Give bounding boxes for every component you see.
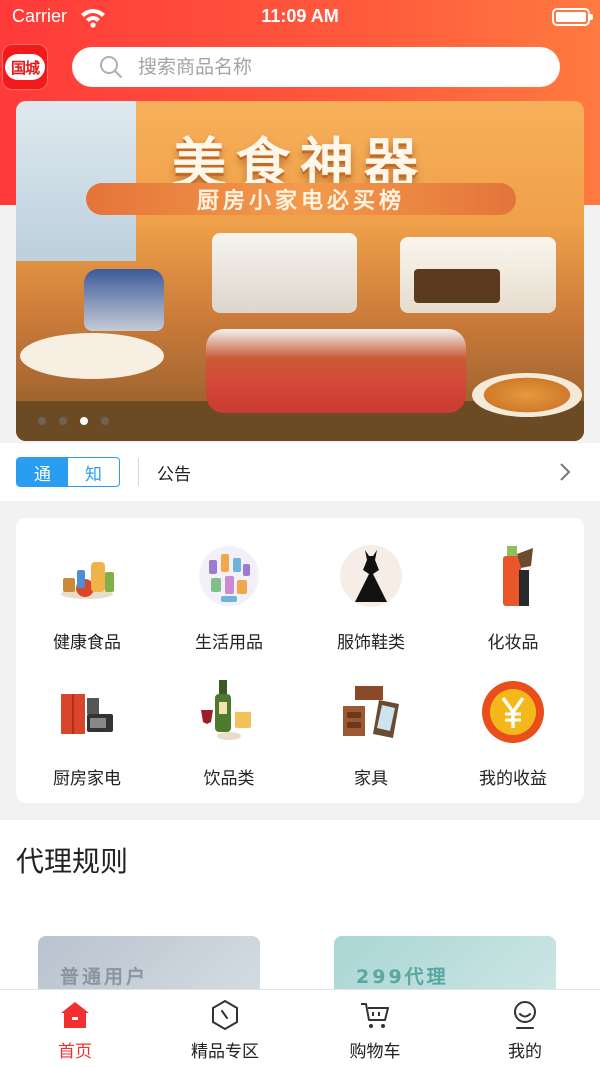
category-label: 健康食品	[53, 633, 121, 653]
tab-premium-zone[interactable]: 精品专区	[150, 990, 300, 1067]
section-title: 代理规则	[16, 845, 129, 878]
drinks-icon	[201, 680, 251, 740]
pagination-dot-active[interactable]	[80, 417, 88, 425]
category-grid: 健康食品 生活用品 服饰鞋类 化妆品 厨房家电 饮品类 家具 我的收益	[16, 518, 584, 803]
category-apparel[interactable]: 服饰鞋类	[300, 518, 442, 653]
category-label: 生活用品	[195, 633, 263, 653]
status-bar: Carrier 11:09 AM	[0, 0, 600, 34]
kitchen-appliance-icon	[61, 694, 113, 734]
plate-illustration	[20, 333, 164, 379]
fried-food-plate-illustration	[472, 373, 582, 417]
pagination-dot[interactable]	[59, 417, 67, 425]
tab-label: 首页	[58, 1042, 92, 1062]
search-icon	[100, 56, 122, 78]
search-bar[interactable]	[72, 47, 560, 87]
bottom-tab-bar: 首页 精品专区 购物车 我的	[0, 989, 600, 1067]
tab-cart[interactable]: 购物车	[300, 990, 450, 1067]
notice-badge-right: 知	[85, 464, 102, 485]
tab-label: 我的	[508, 1042, 542, 1062]
category-label: 我的收益	[479, 769, 547, 789]
category-label: 服饰鞋类	[337, 633, 405, 653]
category-drinks[interactable]: 饮品类	[158, 654, 300, 789]
clock: 11:09 AM	[261, 6, 339, 26]
chevron-right-icon[interactable]	[558, 461, 572, 483]
air-fryer-illustration	[212, 233, 357, 313]
healthy-food-icon	[61, 562, 114, 599]
category-furniture[interactable]: 家具	[300, 654, 442, 789]
category-kitchen-appliances[interactable]: 厨房家电	[16, 654, 158, 789]
app-logo[interactable]: 国城	[2, 44, 48, 90]
search-input[interactable]	[138, 56, 498, 78]
banner-subtitle: 厨房小家电必买榜	[86, 183, 516, 215]
oven-window-illustration	[414, 269, 500, 303]
category-healthy-food[interactable]: 健康食品	[16, 518, 158, 653]
category-cosmetics[interactable]: 化妆品	[442, 518, 584, 653]
category-my-earnings[interactable]: 我的收益	[442, 654, 584, 789]
pagination-dot[interactable]	[101, 417, 109, 425]
tab-label: 购物车	[349, 1042, 401, 1062]
notice-bar[interactable]: 通 知 公告	[0, 443, 600, 501]
profile-icon	[514, 1001, 536, 1029]
category-label: 饮品类	[203, 769, 255, 789]
logo-text: 国城	[5, 54, 45, 80]
dress-icon	[340, 545, 402, 607]
plan-label: 299代理	[356, 966, 449, 988]
tab-profile[interactable]: 我的	[450, 990, 600, 1067]
banner-pagination	[38, 417, 109, 425]
battery-icon	[552, 8, 593, 26]
notice-badge-left: 通	[17, 458, 68, 486]
tab-home[interactable]: 首页	[0, 990, 150, 1067]
premium-zone-icon	[212, 999, 238, 1031]
grill-pan-illustration	[206, 329, 466, 413]
agent-rules-section: 代理规则 普通用户 299代理	[0, 820, 600, 1016]
category-daily-goods[interactable]: 生活用品	[158, 518, 300, 653]
notice-text: 公告	[157, 464, 191, 485]
category-label: 厨房家电	[53, 769, 121, 789]
promo-banner[interactable]: 美食神器 厨房小家电必买榜	[16, 101, 584, 441]
notice-badge: 通 知	[16, 457, 120, 487]
category-label: 家具	[354, 769, 388, 789]
yuan-coin-icon	[482, 681, 544, 743]
tab-label: 精品专区	[191, 1042, 259, 1062]
plan-label: 普通用户	[60, 966, 149, 988]
furniture-icon	[343, 686, 399, 738]
blender-illustration	[84, 269, 164, 331]
daily-goods-icon	[199, 546, 259, 606]
category-label: 化妆品	[487, 633, 539, 653]
cart-icon	[361, 1003, 389, 1028]
pagination-dot[interactable]	[38, 417, 46, 425]
cosmetics-icon	[503, 546, 533, 606]
divider	[138, 458, 139, 486]
home-icon	[61, 1002, 89, 1028]
